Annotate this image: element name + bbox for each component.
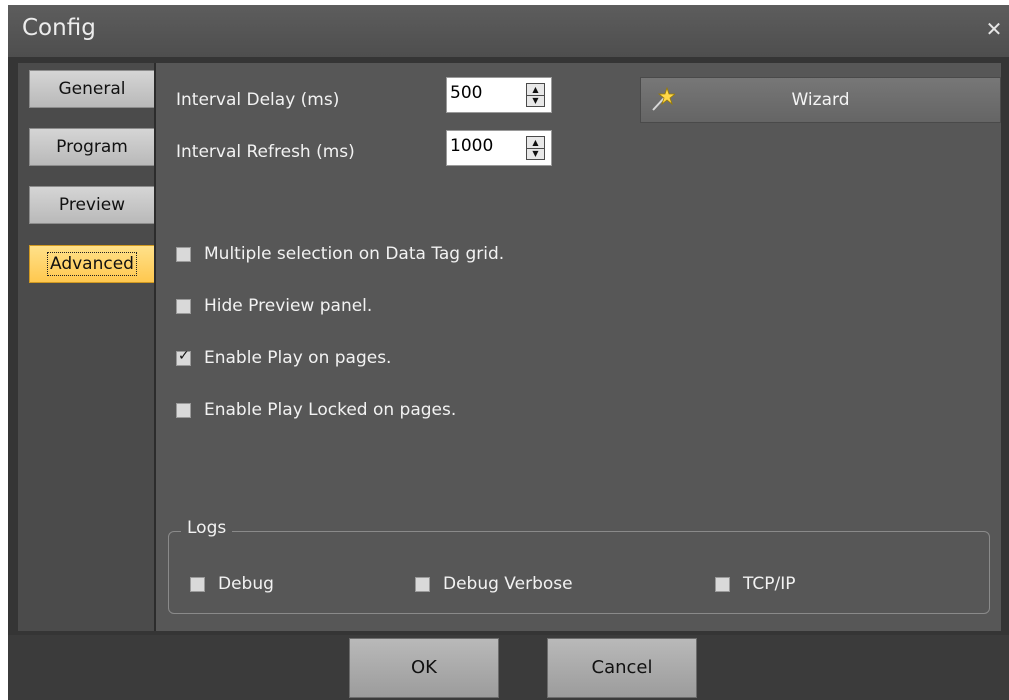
config-window: Config ✕ General Program Preview Advance… <box>8 5 1009 700</box>
interval-refresh-label: Interval Refresh (ms) <box>176 142 355 162</box>
ok-button[interactable]: OK <box>349 638 499 698</box>
debug-checkbox[interactable] <box>190 577 205 592</box>
debug-label: Debug <box>218 574 274 594</box>
ok-label: OK <box>411 657 437 678</box>
enable-play-locked-label: Enable Play Locked on pages. <box>204 400 457 420</box>
tcpip-checkbox[interactable] <box>715 577 730 592</box>
spin-down-icon[interactable]: ▼ <box>527 148 544 159</box>
cancel-button[interactable]: Cancel <box>547 638 697 698</box>
spin-down-icon[interactable]: ▼ <box>527 95 544 106</box>
window-title: Config <box>22 15 96 41</box>
sidebar: General Program Preview Advanced <box>18 63 155 631</box>
enable-play-checkbox[interactable]: ✓ <box>176 348 191 366</box>
nav-advanced-label: Advanced <box>47 252 137 276</box>
hide-preview-checkbox[interactable] <box>176 299 191 314</box>
interval-delay-value[interactable]: 500 <box>450 83 482 103</box>
interval-delay-label: Interval Delay (ms) <box>176 90 340 110</box>
enable-play-locked-checkbox[interactable] <box>176 403 191 418</box>
check-icon: ✓ <box>178 348 190 364</box>
interval-refresh-stepper[interactable]: ▲ ▼ <box>526 136 545 160</box>
nav-general-label: General <box>58 79 126 99</box>
nav-preview-button[interactable]: Preview <box>29 186 155 224</box>
interval-delay-stepper[interactable]: ▲ ▼ <box>526 83 545 107</box>
multiple-selection-checkbox[interactable] <box>176 247 191 262</box>
enable-play-label: Enable Play on pages. <box>204 348 392 368</box>
dialog-footer: OK Cancel <box>8 635 1009 700</box>
interval-refresh-value[interactable]: 1000 <box>450 136 493 156</box>
nav-general-button[interactable]: General <box>29 70 155 108</box>
debug-verbose-checkbox[interactable] <box>415 577 430 592</box>
nav-program-button[interactable]: Program <box>29 128 155 166</box>
nav-preview-label: Preview <box>58 195 126 215</box>
nav-program-label: Program <box>56 137 128 157</box>
title-bar[interactable]: Config ✕ <box>8 5 1009 57</box>
multiple-selection-label: Multiple selection on Data Tag grid. <box>204 244 505 264</box>
wizard-button[interactable]: Wizard <box>640 77 1001 123</box>
debug-verbose-label: Debug Verbose <box>443 574 573 594</box>
cancel-label: Cancel <box>591 657 653 678</box>
interval-refresh-spinner[interactable]: 1000 ▲ ▼ <box>446 130 552 166</box>
wizard-label: Wizard <box>791 90 850 110</box>
logs-group: Logs Debug Debug Verbose TCP/IP <box>168 518 990 614</box>
logs-title: Logs <box>181 518 233 538</box>
nav-advanced-button[interactable]: Advanced <box>29 245 155 283</box>
tcpip-label: TCP/IP <box>743 574 796 594</box>
close-icon[interactable]: ✕ <box>983 17 1005 41</box>
interval-delay-spinner[interactable]: 500 ▲ ▼ <box>446 77 552 113</box>
hide-preview-label: Hide Preview panel. <box>204 296 373 316</box>
